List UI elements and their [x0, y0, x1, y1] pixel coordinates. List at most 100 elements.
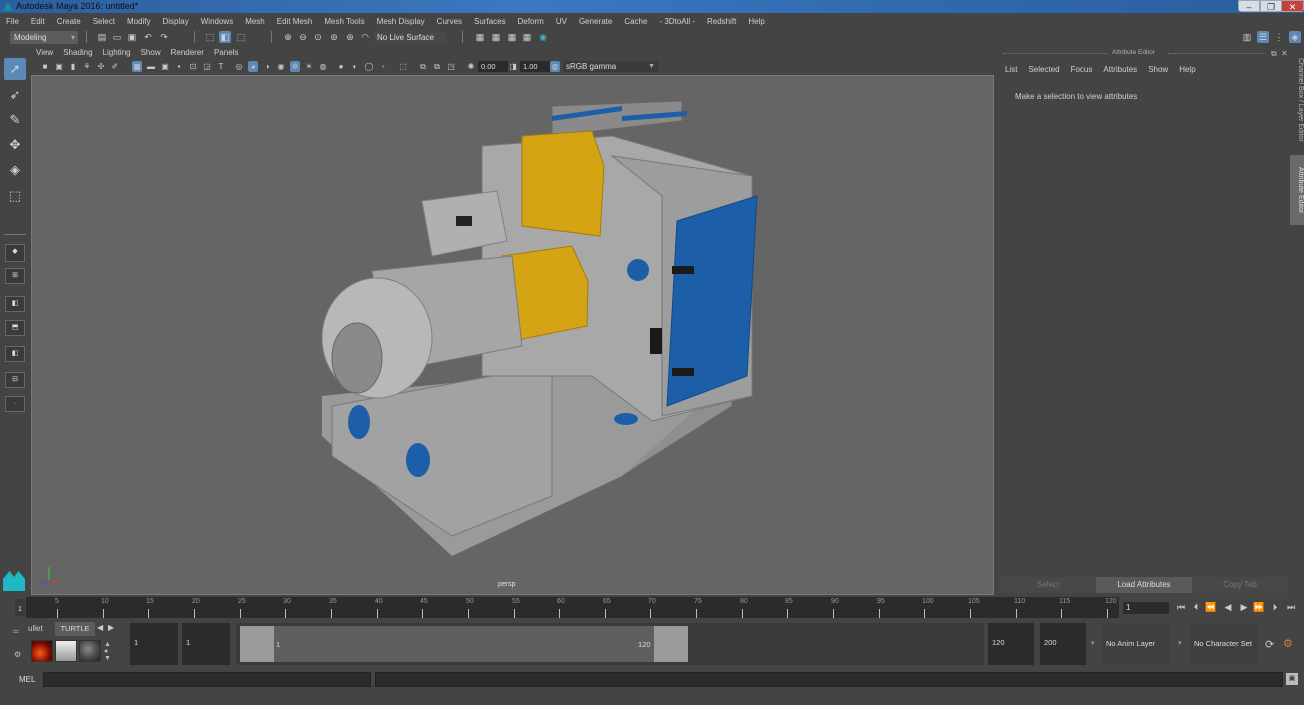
- panel-menu-shading[interactable]: Shading: [63, 48, 92, 57]
- menu-mesh[interactable]: Mesh: [245, 17, 265, 26]
- animation-start-field[interactable]: 1: [130, 623, 178, 665]
- camera-attributes-icon[interactable]: ▣: [54, 61, 64, 72]
- select-hierarchy-icon[interactable]: ⬚: [204, 31, 216, 43]
- color-management-icon[interactable]: ◍: [550, 61, 560, 72]
- grid-icon[interactable]: ▦: [132, 61, 142, 72]
- single-perspective-layout-button[interactable]: ◆: [5, 244, 25, 262]
- 2d-pan-zoom-icon[interactable]: ✣: [96, 61, 106, 72]
- menu-3dtoall[interactable]: - 3DtoAll -: [659, 17, 695, 26]
- menu-generate[interactable]: Generate: [579, 17, 612, 26]
- render-view-icon[interactable]: ◉: [537, 31, 549, 43]
- shelf-menu-icon[interactable]: ═: [13, 627, 19, 636]
- safe-title-icon[interactable]: T: [216, 61, 226, 72]
- menu-file[interactable]: File: [6, 17, 19, 26]
- select-component-icon[interactable]: ⬚: [235, 31, 247, 43]
- depth-of-field-icon[interactable]: ◯: [364, 61, 374, 72]
- menu-edit[interactable]: Edit: [31, 17, 45, 26]
- new-scene-icon[interactable]: ▤: [96, 31, 108, 43]
- menu-modify[interactable]: Modify: [127, 17, 151, 26]
- step-forward-frame-icon[interactable]: ⏵: [1269, 601, 1281, 614]
- play-backwards-icon[interactable]: ◀: [1222, 601, 1234, 614]
- snap-point-icon[interactable]: ⊙: [312, 31, 324, 43]
- go-to-end-icon[interactable]: ⏭: [1285, 601, 1297, 614]
- safe-action-icon[interactable]: ◲: [202, 61, 212, 72]
- save-scene-icon[interactable]: ▣: [126, 31, 138, 43]
- shadows-icon[interactable]: ☀: [304, 61, 314, 72]
- ipr-render-icon[interactable]: ▦: [490, 31, 502, 43]
- playback-start-field[interactable]: 1: [182, 623, 230, 665]
- step-back-frame-icon[interactable]: ⏴: [1190, 601, 1202, 614]
- snap-view-plane-icon[interactable]: ⊚: [328, 31, 340, 43]
- menu-surfaces[interactable]: Surfaces: [474, 17, 506, 26]
- shelf-scroll-icon[interactable]: ▲ ● ▼: [104, 641, 111, 662]
- command-input[interactable]: [43, 672, 371, 687]
- menu-deform[interactable]: Deform: [518, 17, 544, 26]
- image-plane-icon[interactable]: ⚘: [82, 61, 92, 72]
- chevron-down-icon[interactable]: ▾: [1178, 639, 1182, 647]
- panel-grip-right[interactable]: [1168, 53, 1266, 54]
- attr-menu-attributes[interactable]: Attributes: [1103, 65, 1137, 74]
- menu-display[interactable]: Display: [163, 17, 189, 26]
- copy-tab-button[interactable]: Copy Tab: [1192, 577, 1288, 593]
- attr-menu-help[interactable]: Help: [1179, 65, 1195, 74]
- field-chart-icon[interactable]: ⊡: [188, 61, 198, 72]
- select-camera-icon[interactable]: ■: [40, 61, 50, 72]
- custom-layout-button[interactable]: ·: [5, 396, 25, 412]
- motion-blur-icon[interactable]: ●: [336, 61, 346, 72]
- attribute-editor-toggle-icon[interactable]: ☰: [1257, 31, 1269, 43]
- attr-menu-focus[interactable]: Focus: [1071, 65, 1093, 74]
- use-all-lights-icon[interactable]: ✲: [290, 61, 300, 72]
- select-tool-icon[interactable]: ➚: [4, 58, 26, 80]
- step-forward-key-icon[interactable]: ⏩: [1253, 601, 1265, 614]
- perspective-outliner-layout-button[interactable]: ◧: [5, 296, 25, 312]
- hypershade-icon[interactable]: ▦: [521, 31, 533, 43]
- shelf-scroll-right-icon[interactable]: ▶: [108, 623, 114, 632]
- tab-attribute-editor[interactable]: Attribute Editor: [1290, 155, 1304, 225]
- select-object-icon[interactable]: ◧: [219, 31, 231, 43]
- close-button[interactable]: ✕: [1281, 0, 1304, 12]
- attr-menu-selected[interactable]: Selected: [1028, 65, 1059, 74]
- backface-culling-icon[interactable]: ◳: [446, 61, 456, 72]
- move-tool-icon[interactable]: ✥: [4, 134, 26, 156]
- modeling-toolkit-icon[interactable]: ▥: [1241, 31, 1253, 43]
- script-editor-icon[interactable]: ▣: [1286, 673, 1298, 685]
- ambient-occlusion-icon[interactable]: ◍: [318, 61, 328, 72]
- shelf-tab-turtle[interactable]: TURTLE: [55, 622, 95, 636]
- lasso-tool-icon[interactable]: ➶: [4, 84, 26, 106]
- menu-curves[interactable]: Curves: [437, 17, 462, 26]
- textured-icon[interactable]: ◉: [276, 61, 286, 72]
- play-forwards-icon[interactable]: ▶: [1238, 601, 1250, 614]
- menu-cache[interactable]: Cache: [624, 17, 647, 26]
- snap-surface-icon[interactable]: ⊛: [344, 31, 356, 43]
- perspective-viewport[interactable]: [31, 75, 994, 595]
- tab-channel-box-layer-editor[interactable]: Channel Box / Layer Editor: [1290, 50, 1304, 150]
- gate-mask-icon[interactable]: ▪: [174, 61, 184, 72]
- character-set-dropdown[interactable]: No Character Set: [1190, 623, 1258, 665]
- panel-menu-lighting[interactable]: Lighting: [103, 48, 131, 57]
- time-slider[interactable]: [26, 597, 1119, 618]
- xray-components-icon[interactable]: ⧉: [432, 61, 442, 72]
- shelf-settings-icon[interactable]: ⚙: [14, 650, 21, 659]
- rotate-tool-icon[interactable]: ◈: [4, 159, 26, 181]
- shelf-scroll-left-icon[interactable]: ◀: [97, 623, 103, 632]
- step-back-key-icon[interactable]: ⏪: [1205, 601, 1217, 614]
- gamma-field[interactable]: 1.00: [520, 61, 550, 72]
- grease-pencil-icon[interactable]: ✐: [110, 61, 120, 72]
- shelf-tab-bullet[interactable]: ullet: [28, 624, 43, 633]
- shelf-render-scene-icon[interactable]: [55, 640, 77, 662]
- playback-end-field[interactable]: 120: [988, 623, 1034, 665]
- menu-help[interactable]: Help: [748, 17, 764, 26]
- smooth-shade-icon[interactable]: ◕: [248, 61, 258, 72]
- xray-icon[interactable]: ⬚: [398, 61, 408, 72]
- range-start-handle[interactable]: [240, 626, 274, 662]
- float-panel-icon[interactable]: ⧉: [1271, 49, 1277, 59]
- load-attributes-button[interactable]: Load Attributes: [1096, 577, 1192, 593]
- script-language-toggle[interactable]: MEL: [19, 675, 35, 684]
- channel-box-toggle-icon[interactable]: ◈: [1289, 31, 1301, 43]
- menu-uv[interactable]: UV: [556, 17, 567, 26]
- tool-settings-icon[interactable]: ⋮: [1273, 31, 1285, 43]
- menu-mesh-display[interactable]: Mesh Display: [377, 17, 425, 26]
- go-to-start-icon[interactable]: ⏮: [1175, 601, 1187, 614]
- scale-tool-icon[interactable]: ⬚: [4, 185, 26, 207]
- make-live-icon[interactable]: ◠: [359, 31, 371, 43]
